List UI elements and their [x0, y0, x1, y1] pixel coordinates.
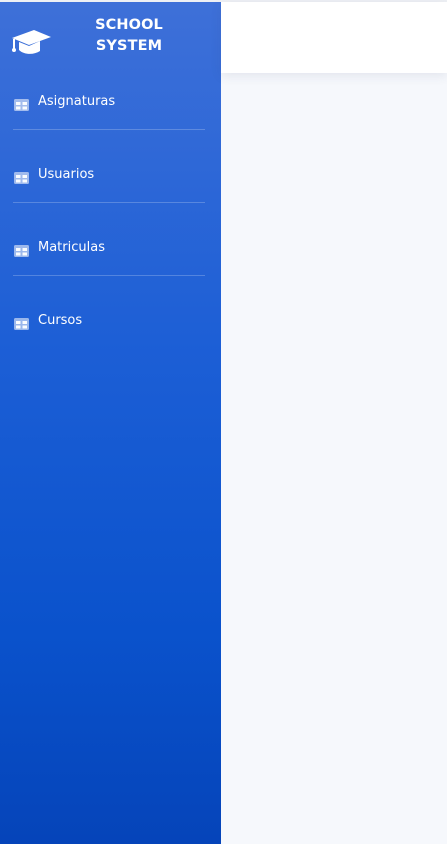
graduation-cap-icon — [10, 28, 52, 56]
table-icon — [14, 315, 29, 330]
sidebar-item-usuarios[interactable]: Usuarios — [0, 155, 221, 228]
sidebar-item-label: Cursos — [38, 313, 83, 328]
sidebar-item-cursos[interactable]: Cursos — [0, 301, 221, 374]
sidebar-item-label: Matriculas — [38, 240, 105, 255]
sidebar-divider — [13, 275, 205, 276]
table-icon — [14, 169, 29, 184]
sidebar-divider — [13, 129, 205, 130]
sidebar-item-asignaturas[interactable]: Asignaturas — [0, 82, 221, 155]
sidebar: SCHOOL SYSTEM Asignaturas Usuarios Matri… — [0, 2, 221, 844]
brand-title-line1: SCHOOL — [95, 17, 163, 33]
brand-title-line2: SYSTEM — [95, 38, 163, 54]
sidebar-divider — [13, 202, 205, 203]
brand-link[interactable]: SCHOOL SYSTEM — [0, 2, 221, 77]
main-content — [221, 73, 447, 844]
top-bar — [221, 2, 447, 73]
sidebar-item-matriculas[interactable]: Matriculas — [0, 228, 221, 301]
sidebar-nav: Asignaturas Usuarios Matriculas Cursos — [0, 82, 221, 374]
sidebar-item-label: Asignaturas — [38, 94, 116, 109]
sidebar-item-label: Usuarios — [38, 167, 95, 182]
app-page: SCHOOL SYSTEM Asignaturas Usuarios Matri… — [0, 0, 447, 844]
table-icon — [14, 96, 29, 111]
brand-title: SCHOOL SYSTEM — [70, 15, 188, 57]
table-icon — [14, 242, 29, 257]
